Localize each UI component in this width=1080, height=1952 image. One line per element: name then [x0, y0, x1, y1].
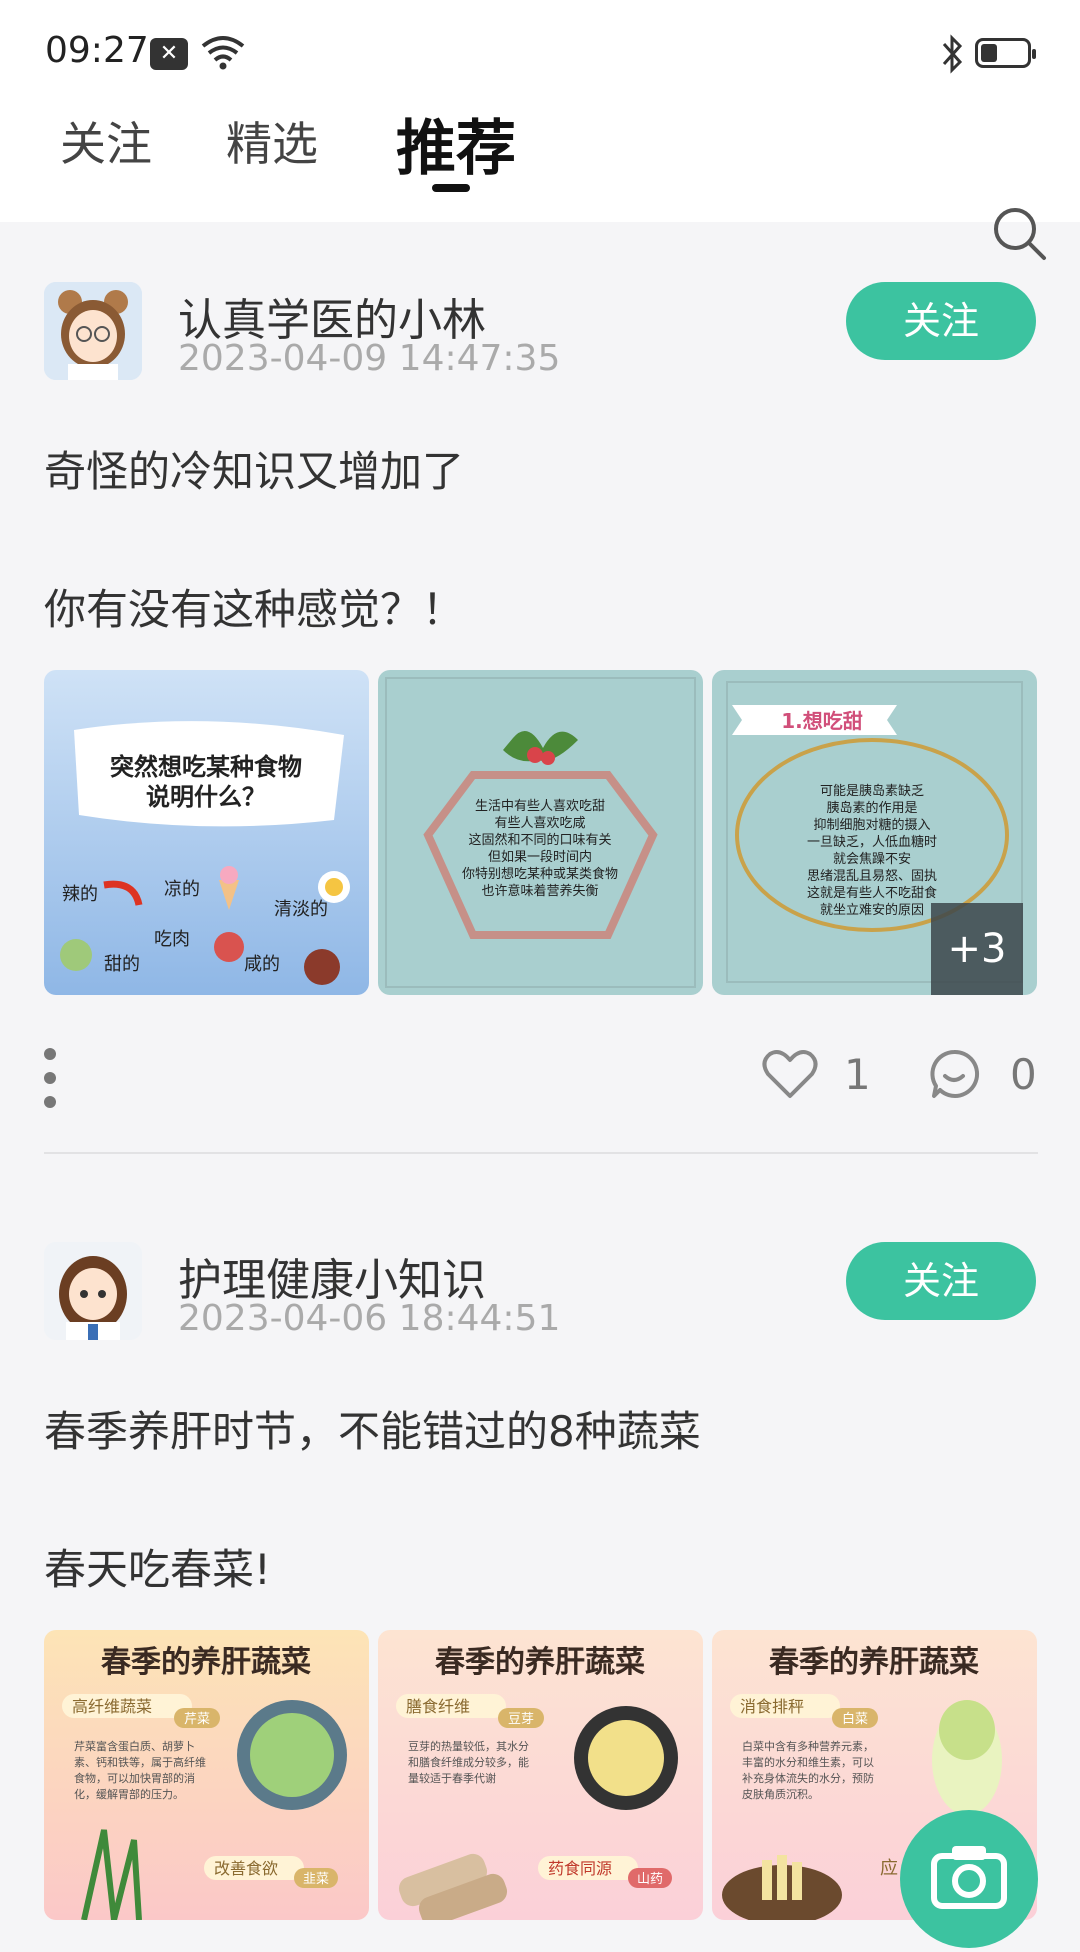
post-image[interactable]: 1.想吃甜 可能是胰岛素缺乏 胰岛素的作用是 抑制细胞对糖的摄入 一旦缺乏，人低…	[712, 670, 1037, 995]
svg-text:但如果一段时间内: 但如果一段时间内	[488, 849, 592, 865]
like-count: 1	[844, 1050, 871, 1099]
svg-text:突然想吃某种食物: 突然想吃某种食物	[110, 753, 302, 781]
svg-text:白菜: 白菜	[842, 1711, 868, 1727]
svg-text:素、钙和铁等，属于高纤维: 素、钙和铁等，属于高纤维	[74, 1755, 206, 1769]
svg-text:皮肤角质沉积。: 皮肤角质沉积。	[742, 1787, 819, 1801]
svg-text:豆芽的热量较低，其水分: 豆芽的热量较低，其水分	[408, 1739, 529, 1753]
svg-text:一旦缺乏，人低血糖时: 一旦缺乏，人低血糖时	[807, 834, 937, 850]
svg-text:和膳食纤维成分较多，能: 和膳食纤维成分较多，能	[408, 1755, 529, 1769]
more-options-icon[interactable]	[44, 1048, 58, 1108]
post-text-line: 奇怪的冷知识又增加了	[44, 447, 465, 496]
top-bar: 09:27 ✕ 关注 精选 推荐	[0, 0, 1080, 260]
svg-text:这固然和不同的口味有关: 这固然和不同的口味有关	[468, 832, 611, 848]
svg-text:甜的: 甜的	[104, 954, 140, 975]
tab-featured[interactable]: 精选	[226, 108, 318, 174]
svg-text:药食同源: 药食同源	[548, 1859, 612, 1878]
post-date: 2023-04-09 14:47:35	[178, 338, 561, 379]
battery-icon	[975, 38, 1036, 68]
svg-text:清淡的: 清淡的	[274, 899, 328, 920]
post-actions: 1 0	[44, 1044, 1044, 1124]
svg-text:山药: 山药	[637, 1872, 663, 1887]
svg-text:咸的: 咸的	[244, 954, 280, 975]
follow-button[interactable]: 关注	[846, 1242, 1036, 1320]
post-date: 2023-04-06 18:44:51	[178, 1298, 561, 1339]
svg-text:芹菜: 芹菜	[184, 1712, 210, 1727]
bluetooth-icon	[942, 34, 963, 74]
post-image[interactable]: 生活中有些人喜欢吃甜 有些人喜欢吃咸 这固然和不同的口味有关 但如果一段时间内 …	[378, 670, 703, 995]
svg-text:1.想吃甜: 1.想吃甜	[781, 709, 863, 733]
svg-text:白菜中含有多种营养元素，: 白菜中含有多种营养元素，	[742, 1739, 874, 1753]
post-image[interactable]: 春季的养肝蔬菜 高纤维蔬菜 芹菜 芹菜富含蛋白质、胡萝卜 素、钙和铁等，属于高纤…	[44, 1630, 369, 1920]
svg-text:凉的: 凉的	[164, 879, 200, 900]
svg-text:可能是胰岛素缺乏: 可能是胰岛素缺乏	[820, 783, 924, 799]
avatar[interactable]	[44, 1242, 142, 1340]
svg-text:芹菜富含蛋白质、胡萝卜: 芹菜富含蛋白质、胡萝卜	[74, 1739, 195, 1753]
svg-text:这就是有些人不吃甜食: 这就是有些人不吃甜食	[807, 885, 937, 901]
svg-text:生活中有些人喜欢吃甜: 生活中有些人喜欢吃甜	[475, 798, 605, 814]
post-text-line: 春天吃春菜!	[44, 1545, 271, 1594]
svg-text:有些人喜欢吃咸: 有些人喜欢吃咸	[494, 815, 585, 831]
image-grid: 突然想吃某种食物 说明什么？ 辣的 凉的 清淡的 甜的 吃肉 咸的 生活中有些人…	[44, 670, 1044, 995]
comment-icon[interactable]	[928, 1048, 980, 1100]
svg-text:高纤维蔬菜: 高纤维蔬菜	[72, 1697, 152, 1716]
svg-text:你特别想吃某种或某类食物: 你特别想吃某种或某类食物	[462, 866, 618, 882]
svg-text:胰岛素的作用是: 胰岛素的作用是	[826, 800, 917, 816]
svg-text:思绪混乱且易怒、固执: 思绪混乱且易怒、固执	[807, 869, 937, 884]
svg-text:说明什么？: 说明什么？	[146, 783, 266, 811]
post-image[interactable]: 春季的养肝蔬菜 膳食纤维 豆芽 豆芽的热量较低，其水分 和膳食纤维成分较多，能 …	[378, 1630, 703, 1920]
post-divider	[44, 1152, 1038, 1154]
status-time: 09:27	[45, 30, 149, 71]
search-icon[interactable]	[990, 204, 1050, 264]
svg-text:膳食纤维: 膳食纤维	[406, 1697, 470, 1716]
wifi-icon	[201, 36, 245, 70]
svg-text:改善食欲: 改善食欲	[214, 1859, 278, 1878]
svg-text:豆芽: 豆芽	[508, 1712, 534, 1727]
svg-text:也许意味着营养失衡: 也许意味着营养失衡	[481, 883, 598, 899]
svg-text:补充身体流失的水分，预防: 补充身体流失的水分，预防	[742, 1771, 874, 1785]
svg-text:应: 应	[880, 1858, 898, 1879]
comment-count: 0	[1010, 1050, 1037, 1099]
notification-icon: ✕	[150, 38, 188, 70]
svg-text:春季的养肝蔬菜: 春季的养肝蔬菜	[769, 1645, 979, 1680]
feed-tabs: 关注 精选 推荐	[0, 100, 1080, 260]
follow-button[interactable]: 关注	[846, 282, 1036, 360]
svg-text:吃肉: 吃肉	[154, 929, 190, 950]
more-images-badge[interactable]: +3	[931, 903, 1023, 995]
svg-text:抑制细胞对糖的摄入: 抑制细胞对糖的摄入	[813, 817, 930, 833]
svg-text:春季的养肝蔬菜: 春季的养肝蔬菜	[101, 1645, 311, 1680]
svg-text:化，缓解胃部的压力。: 化，缓解胃部的压力。	[74, 1787, 184, 1801]
active-tab-indicator	[432, 184, 470, 192]
camera-button[interactable]	[900, 1810, 1038, 1948]
camera-icon	[931, 1846, 1007, 1909]
svg-text:韭菜: 韭菜	[303, 1872, 329, 1887]
svg-text:消食排秤: 消食排秤	[740, 1697, 804, 1716]
like-icon[interactable]	[762, 1048, 818, 1100]
image-grid: 春季的养肝蔬菜 高纤维蔬菜 芹菜 芹菜富含蛋白质、胡萝卜 素、钙和铁等，属于高纤…	[44, 1630, 1044, 1920]
post-text-line: 春季养肝时节，不能错过的8种蔬菜	[44, 1407, 701, 1456]
svg-text:春季的养肝蔬菜: 春季的养肝蔬菜	[435, 1645, 645, 1680]
tab-following[interactable]: 关注	[60, 108, 152, 174]
svg-text:就坐立难安的原因: 就坐立难安的原因	[820, 902, 924, 918]
post-text-line: 你有没有这种感觉？！	[44, 585, 465, 634]
svg-text:食物，可以加快胃部的消: 食物，可以加快胃部的消	[74, 1771, 195, 1785]
tab-recommended[interactable]: 推荐	[396, 100, 516, 187]
avatar[interactable]	[44, 282, 142, 380]
svg-text:丰富的水分和维生素，可以: 丰富的水分和维生素，可以	[742, 1755, 874, 1769]
svg-text:就会焦躁不安: 就会焦躁不安	[833, 852, 911, 867]
svg-text:量较适于春季代谢: 量较适于春季代谢	[408, 1771, 496, 1785]
svg-text:辣的: 辣的	[62, 884, 98, 905]
post-image[interactable]: 突然想吃某种食物 说明什么？ 辣的 凉的 清淡的 甜的 吃肉 咸的	[44, 670, 369, 995]
status-bar: 09:27 ✕	[0, 0, 1080, 100]
